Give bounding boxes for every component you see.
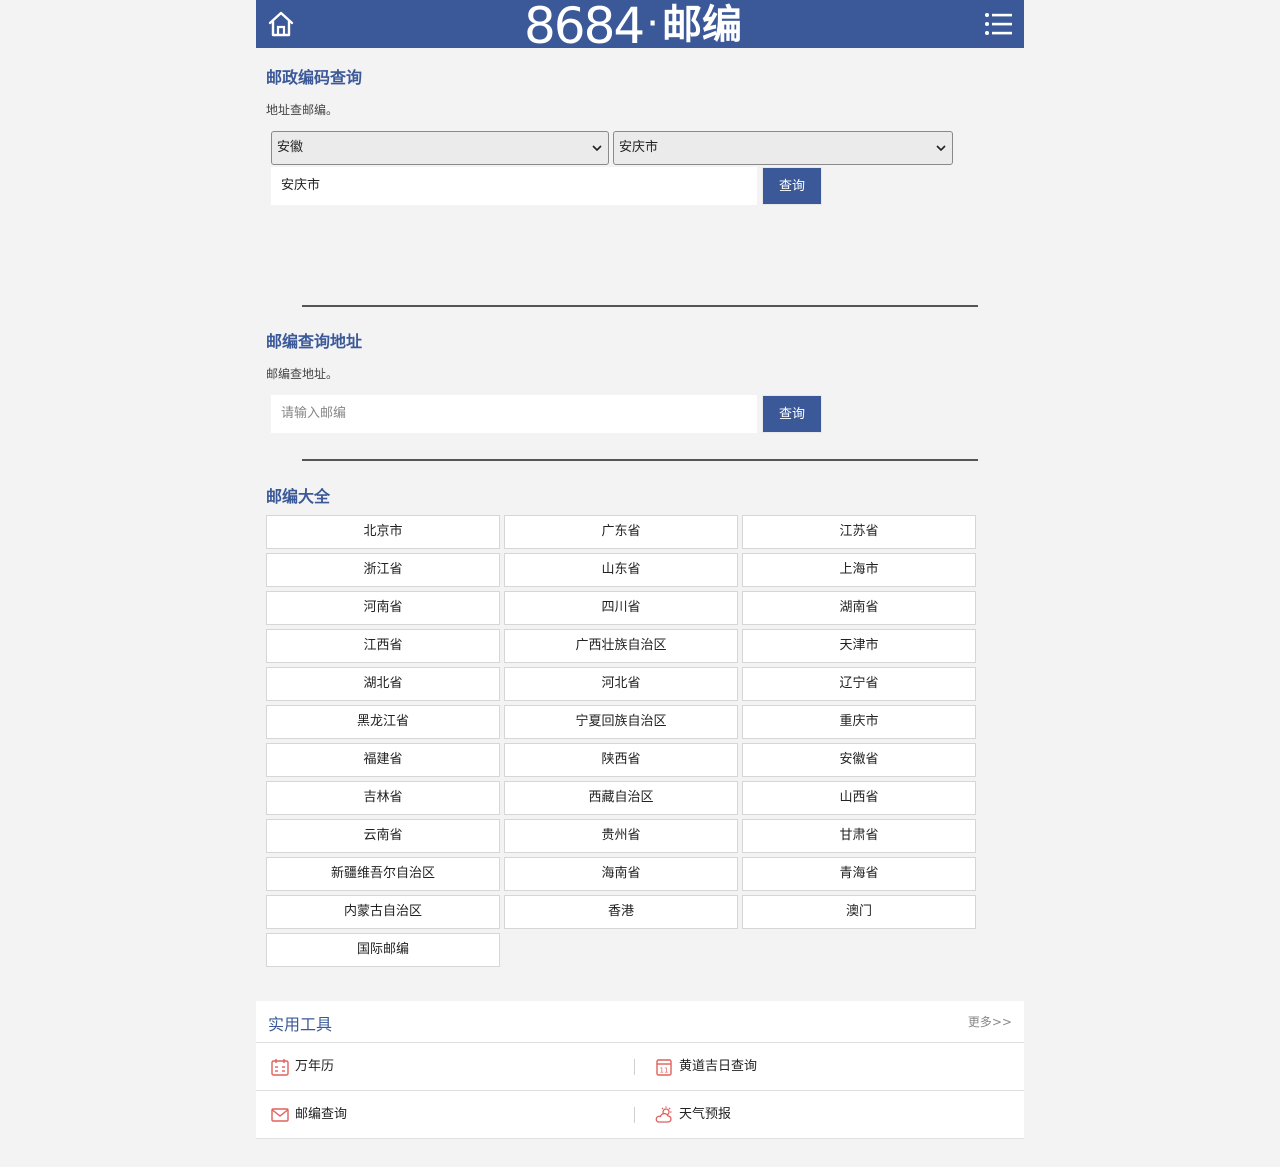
tools-more-link[interactable]: 更多>> (968, 1013, 1012, 1030)
province-link[interactable]: 浙江省 (266, 553, 500, 587)
province-link[interactable]: 福建省 (266, 743, 500, 777)
tool-weather[interactable]: 天气预报 (640, 1091, 1024, 1138)
province-link[interactable]: 四川省 (504, 591, 738, 625)
tool-postcode[interactable]: 邮编查询 (256, 1091, 640, 1138)
province-link[interactable]: 湖北省 (266, 667, 500, 701)
province-link[interactable]: 陕西省 (504, 743, 738, 777)
province-link[interactable]: 国际邮编 (266, 933, 500, 967)
tool-lucky-day-label: 黄道吉日查询 (679, 1059, 758, 1074)
region-selects: 安徽 安庆市 (271, 131, 1014, 165)
postcode-search-section: 邮政编码查询 地址查邮编。 安徽 安庆市 安庆市 查询 (256, 48, 1024, 205)
tool-calendar[interactable]: 万年历 (256, 1043, 640, 1090)
tools-row: 邮编查询 天气预报 (256, 1091, 1024, 1139)
province-link[interactable]: 内蒙古自治区 (266, 895, 500, 929)
province-link[interactable]: 广东省 (504, 515, 738, 549)
province-grid: 北京市 广东省 江苏省浙江省 山东省 上海市河南省 四川省 湖南省江西省 广西壮族自治区 天津市… (266, 515, 1014, 967)
directory-section: 邮编大全 北京市 广东省 江苏省浙江省 山东省 上海市河南省 四川省 湖南省江西省 广西壮族自… (256, 461, 1024, 967)
directory-title: 邮编大全 (266, 487, 331, 506)
svg-text:11: 11 (660, 1067, 669, 1075)
province-link[interactable]: 北京市 (266, 515, 500, 549)
province-link[interactable]: 吉林省 (266, 781, 500, 815)
province-link[interactable]: 新疆维吾尔自治区 (266, 857, 500, 891)
calendar-day-icon: 11 (656, 1059, 672, 1076)
tools-header: 实用工具 更多>> (256, 1001, 1024, 1043)
menu-button[interactable] (984, 10, 1012, 38)
tools-panel: 实用工具 更多>> 万年历 11 黄道吉日查询 邮编查询 天气预报 (256, 1001, 1024, 1139)
chevron-down-icon (936, 145, 946, 152)
postcode-search-button[interactable]: 查询 (762, 167, 822, 205)
province-select-value: 安徽 (277, 140, 304, 155)
province-link[interactable]: 江西省 (266, 629, 500, 663)
weather-icon (655, 1106, 672, 1123)
top-bar: 8684·邮编 (256, 0, 1024, 52)
tools-title: 实用工具 (268, 1015, 333, 1034)
city-select-value: 安庆市 (619, 140, 659, 155)
province-link[interactable]: 青海省 (742, 857, 976, 891)
province-link[interactable]: 湖南省 (742, 591, 976, 625)
address-input-row: 安庆市 查询 (271, 167, 1014, 205)
province-link[interactable]: 天津市 (742, 629, 976, 663)
province-link[interactable]: 宁夏回族自治区 (504, 705, 738, 739)
address-search-button[interactable]: 查询 (762, 395, 822, 433)
province-link[interactable]: 山西省 (742, 781, 976, 815)
postcode-search-desc: 地址查邮编。 (266, 103, 339, 117)
address-search-section: 邮编查询地址 邮编查地址。 请输入邮编 查询 (256, 307, 1024, 433)
address-search-title: 邮编查询地址 (266, 332, 363, 351)
province-link[interactable]: 云南省 (266, 819, 500, 853)
province-link[interactable]: 甘肃省 (742, 819, 976, 853)
page: 8684·邮编 邮政编码查询 地址查邮编。 安徽 安庆市 安庆市 查询 邮编查询… (256, 0, 1024, 1139)
tool-postcode-label: 邮编查询 (295, 1107, 348, 1122)
tool-separator (634, 1059, 635, 1075)
postcode-input[interactable]: 请输入邮编 (271, 395, 757, 433)
postcode-search-title: 邮政编码查询 (266, 68, 363, 87)
province-link[interactable]: 辽宁省 (742, 667, 976, 701)
province-link[interactable]: 澳门 (742, 895, 976, 929)
province-link[interactable]: 黑龙江省 (266, 705, 500, 739)
province-link[interactable]: 山东省 (504, 553, 738, 587)
province-select[interactable]: 安徽 (271, 131, 609, 165)
tool-lucky-day[interactable]: 11 黄道吉日查询 (640, 1043, 1024, 1090)
province-link[interactable]: 上海市 (742, 553, 976, 587)
mail-icon (271, 1108, 289, 1122)
logo-dot: · (646, 1, 659, 47)
menu-icon (985, 13, 1012, 35)
province-link[interactable]: 河南省 (266, 591, 500, 625)
province-link[interactable]: 安徽省 (742, 743, 976, 777)
logo-text: 邮编 (661, 2, 742, 48)
chevron-down-icon (592, 145, 602, 152)
address-input[interactable]: 安庆市 (271, 167, 757, 205)
tool-calendar-label: 万年历 (295, 1059, 335, 1074)
province-link[interactable]: 河北省 (504, 667, 738, 701)
calendar-icon (271, 1059, 289, 1076)
province-link[interactable]: 广西壮族自治区 (504, 629, 738, 663)
province-link[interactable]: 江苏省 (742, 515, 976, 549)
province-link[interactable]: 贵州省 (504, 819, 738, 853)
logo-number: 8684 (524, 0, 645, 55)
province-link[interactable]: 海南省 (504, 857, 738, 891)
tool-separator (634, 1107, 635, 1123)
home-icon (268, 11, 294, 37)
province-link[interactable]: 香港 (504, 895, 738, 929)
address-search-desc: 邮编查地址。 (266, 367, 339, 381)
province-link[interactable]: 西藏自治区 (504, 781, 738, 815)
postcode-input-row: 请输入邮编 查询 (271, 395, 1014, 433)
province-link[interactable]: 重庆市 (742, 705, 976, 739)
tool-weather-label: 天气预报 (679, 1107, 732, 1122)
city-select[interactable]: 安庆市 (613, 131, 953, 165)
tools-row: 万年历 11 黄道吉日查询 (256, 1043, 1024, 1091)
home-button[interactable] (266, 9, 296, 39)
site-logo[interactable]: 8684·邮编 (524, 0, 742, 52)
